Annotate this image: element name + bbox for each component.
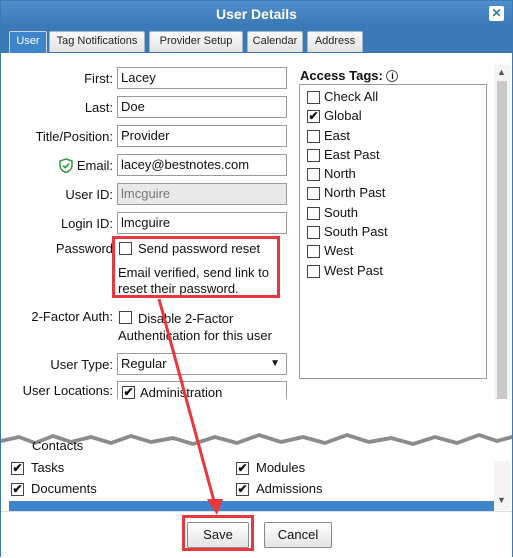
user-details-dialog: User Details ✕ User Tag Notifications Pr… (0, 0, 513, 557)
annotation-arrow (157, 298, 223, 515)
